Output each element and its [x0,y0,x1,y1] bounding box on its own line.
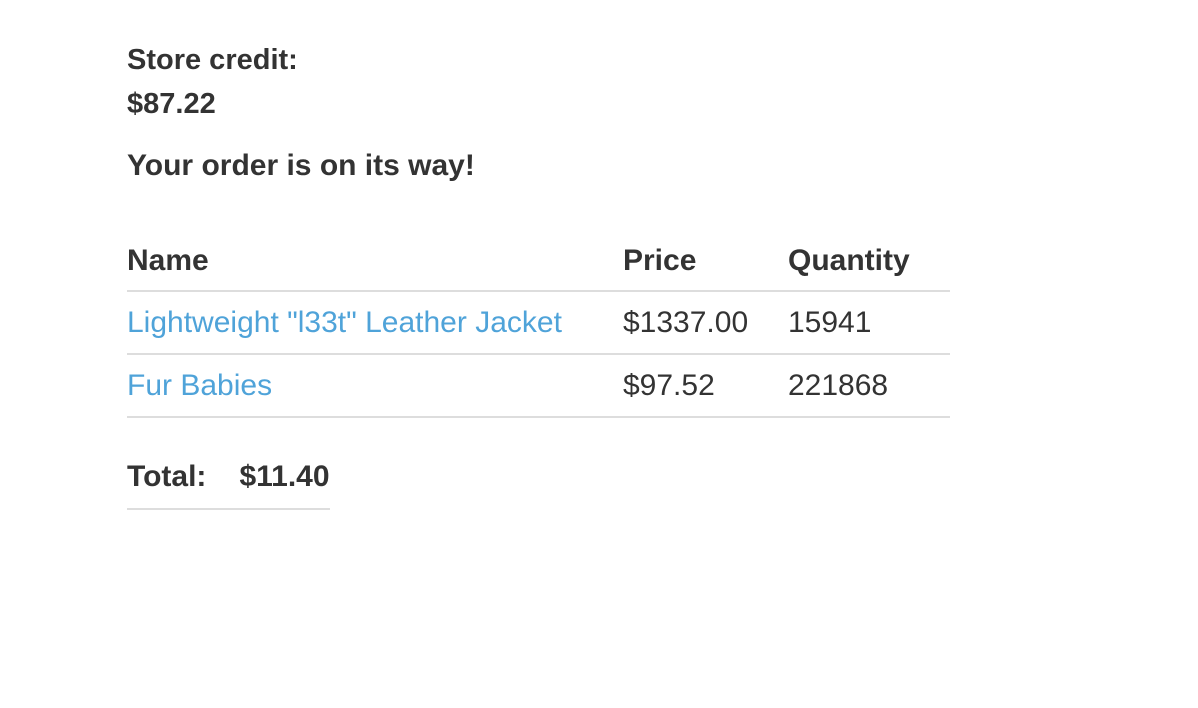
item-price-cell: $97.52 [623,354,788,418]
order-confirmation: Store credit: $87.22 Your order is on it… [127,38,950,510]
table-row: Lightweight "l33t" Leather Jacket $1337.… [127,291,950,355]
total-label: Total: [127,460,240,510]
name-column-header: Name [127,244,623,292]
product-link-leather-jacket[interactable]: Lightweight "l33t" Leather Jacket [127,306,562,339]
order-status-message: Your order is on its way! [127,149,475,182]
store-credit-value: $87.22 [127,88,216,120]
item-name-cell: Fur Babies [127,354,623,418]
table-header-row: Name Price Quantity [127,244,950,292]
total-value: $11.40 [239,460,330,510]
order-items-table: Name Price Quantity Lightweight "l33t" L… [127,244,950,418]
item-name-cell: Lightweight "l33t" Leather Jacket [127,291,623,355]
price-column-header: Price [623,244,788,292]
quantity-column-header: Quantity [788,244,950,292]
table-row: Fur Babies $97.52 221868 [127,354,950,418]
store-credit-label: Store credit: [127,44,298,76]
order-total-table: Total: $11.40 [127,460,330,510]
item-quantity-cell: 15941 [788,291,950,355]
item-quantity-cell: 221868 [788,354,950,418]
total-row: Total: $11.40 [127,460,330,510]
item-price-cell: $1337.00 [623,291,788,355]
product-link-fur-babies[interactable]: Fur Babies [127,369,272,402]
